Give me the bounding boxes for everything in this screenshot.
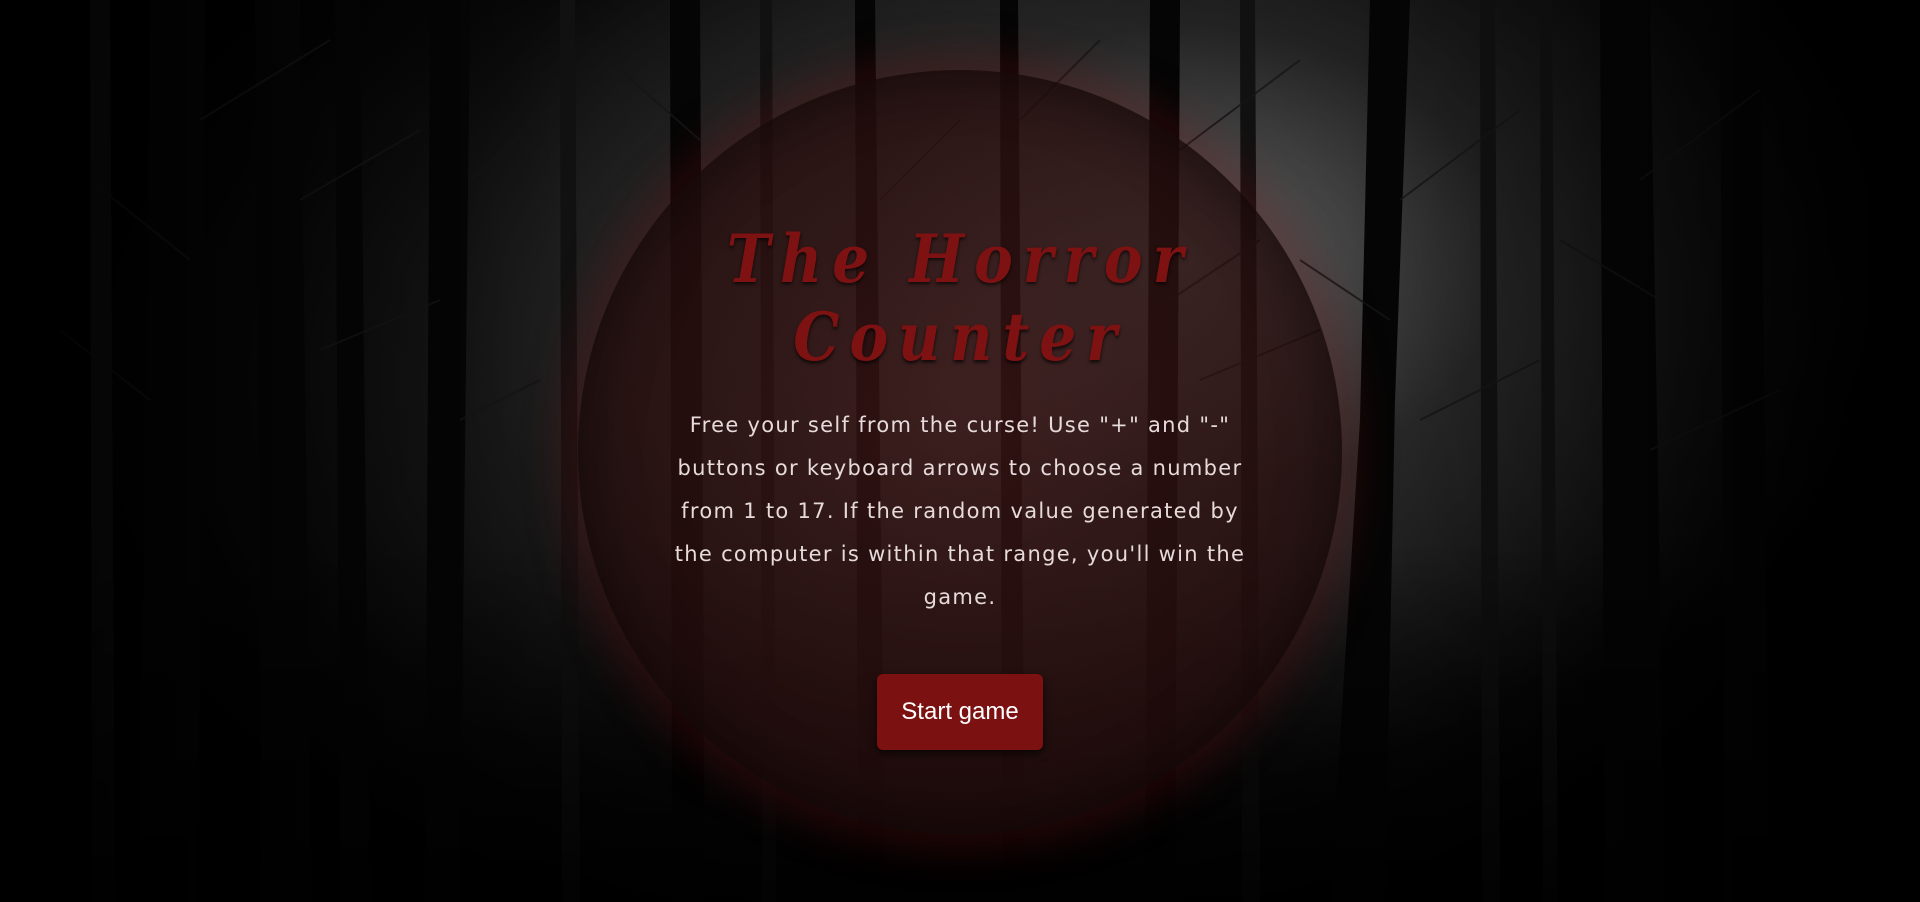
game-title: The Horror Counter (726, 219, 1194, 377)
game-screen: The Horror Counter Free your self from t… (0, 0, 1920, 902)
start-game-button[interactable]: Start game (877, 674, 1043, 750)
game-description: Free your self from the curse! Use "+" a… (674, 413, 1246, 609)
intro-panel: The Horror Counter Free your self from t… (640, 220, 1280, 750)
